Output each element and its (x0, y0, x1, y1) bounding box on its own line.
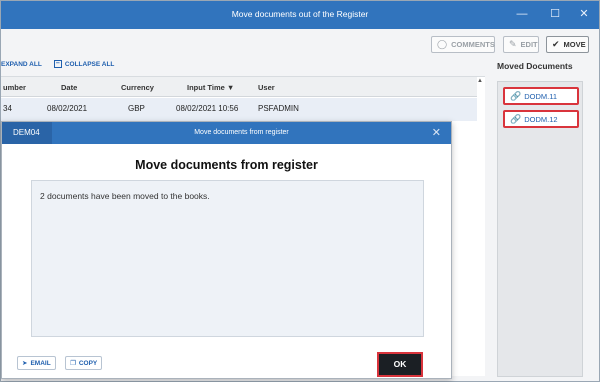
close-icon[interactable]: ✕ (432, 126, 441, 139)
table-row[interactable]: 34 08/02/2021 GBP 08/02/2021 10:56 PSFAD… (1, 98, 477, 121)
move-button[interactable]: ✔ MOVE (546, 36, 589, 53)
cell-number: 34 (3, 104, 12, 113)
move-label: MOVE (563, 40, 586, 49)
email-button[interactable]: ➤ EMAIL (17, 356, 56, 370)
ok-button[interactable]: OK (377, 352, 423, 377)
email-label: EMAIL (30, 359, 51, 367)
comment-icon: ◯ (437, 39, 448, 49)
close-button[interactable]: ✕ (575, 6, 593, 22)
moved-document-item[interactable]: 🔗 DODM.11 (503, 87, 579, 105)
edit-icon: ✎ (509, 39, 517, 49)
grid-expand-controls: EXPAND ALL – COLLAPSE ALL (1, 57, 126, 71)
column-input-time[interactable]: Input Time ▼ (187, 83, 234, 92)
column-date[interactable]: Date (61, 83, 77, 92)
cell-currency: GBP (128, 104, 145, 113)
dialog-tag: DEM04 (2, 122, 52, 144)
app-window: Move documents out of the Register — ☐ ✕… (0, 0, 600, 382)
expand-all-label: EXPAND ALL (1, 60, 42, 68)
comments-button[interactable]: ◯ COMMENTS (431, 36, 495, 53)
edit-label: EDIT (520, 40, 538, 49)
link-icon: 🔗 (510, 113, 522, 124)
scroll-up-arrow[interactable]: ▲ (477, 78, 485, 88)
dialog-header: DEM04 Move documents from register ✕ (2, 122, 451, 144)
dialog-heading: Move documents from register (135, 158, 318, 172)
collapse-all-label: COLLAPSE ALL (64, 60, 115, 68)
title-bar: Move documents out of the Register — ☐ ✕ (1, 1, 599, 29)
moved-documents-list: 🔗 DODM.11 🔗 DODM.12 (497, 81, 583, 377)
send-icon: ➤ (22, 360, 28, 367)
window-title: Move documents out of the Register (231, 9, 369, 19)
cell-input-time: 08/02/2021 10:56 (176, 104, 239, 113)
copy-button[interactable]: ❐ COPY (65, 356, 103, 370)
cell-user: PSFADMIN (258, 104, 299, 113)
moved-document-item[interactable]: 🔗 DODM.12 (503, 110, 579, 128)
check-circle-icon: ✔ (552, 39, 560, 49)
moved-document-label: DODM.12 (524, 114, 558, 124)
column-user[interactable]: User (258, 83, 275, 92)
move-documents-dialog: DEM04 Move documents from register ✕ Mov… (1, 121, 452, 379)
copy-label: COPY (78, 359, 98, 367)
comments-label: COMMENTS (451, 40, 495, 49)
moved-documents-panel: Moved Documents 🔗 DODM.11 🔗 DODM.12 (489, 57, 599, 379)
edit-button[interactable]: ✎ EDIT (503, 36, 539, 53)
column-currency[interactable]: Currency (121, 83, 154, 92)
collapse-icon: – (53, 60, 62, 68)
link-icon: 🔗 (510, 90, 522, 101)
sort-desc-icon: ▼ (226, 83, 235, 92)
moved-documents-label: Moved Documents (497, 61, 573, 71)
maximize-button[interactable]: ☐ (546, 6, 564, 22)
expand-all-link[interactable]: EXPAND ALL (1, 61, 42, 68)
message-box: 2 documents have been moved to the books… (31, 180, 424, 337)
minimize-button[interactable]: — (513, 6, 531, 22)
dialog-title: Move documents from register (194, 129, 289, 136)
grid-header: umber Date Currency Input Time ▼ User (1, 77, 477, 97)
copy-icon: ❐ (70, 360, 76, 367)
cell-date: 08/02/2021 (47, 104, 88, 113)
moved-document-label: DODM.11 (524, 91, 558, 101)
collapse-all-link[interactable]: – COLLAPSE ALL (53, 60, 115, 68)
column-input-time-label: Input Time (187, 83, 225, 92)
message-text: 2 documents have been moved to the books… (40, 191, 210, 201)
column-number[interactable]: umber (3, 83, 26, 92)
